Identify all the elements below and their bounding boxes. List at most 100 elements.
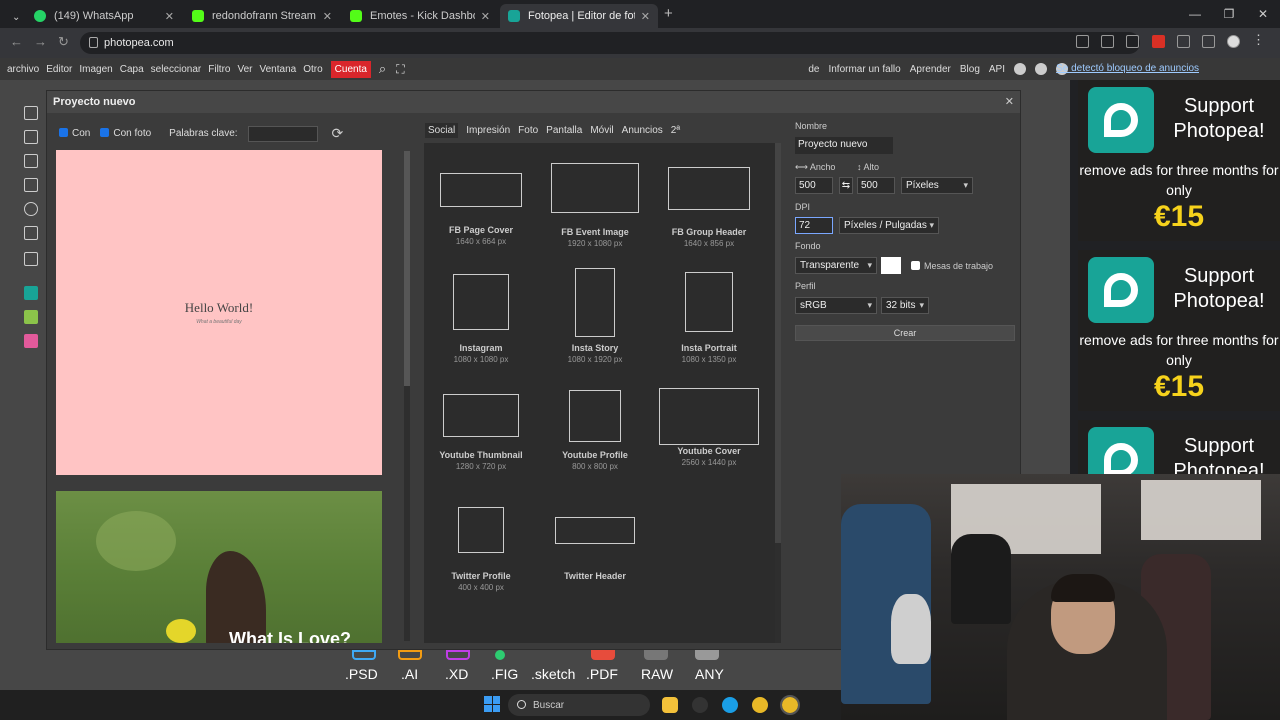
chrome-icon[interactable] [780,695,800,715]
preset-twitter-header[interactable]: Twitter Header [538,517,652,581]
workspaces-option[interactable]: Mesas de trabajo [911,261,993,271]
bookmark-star-icon[interactable] [1126,35,1139,48]
tab-photopea[interactable]: Fotopea | Editor de fotos en lín ✕ [500,4,658,28]
menu-filtro[interactable]: Filtro [208,64,230,75]
monitor-icon[interactable] [24,130,38,144]
templates-scrollbar[interactable] [404,151,410,641]
url-field[interactable]: photopea.com [80,32,1140,54]
preset-twitter-profile[interactable]: Twitter Profile 400 x 400 px [424,507,538,592]
reload-icon[interactable]: ↻ [58,34,69,50]
profile-select[interactable]: sRGB [795,297,877,314]
tab-2nd[interactable]: 2ª [671,125,680,138]
swap-dimensions-icon[interactable]: ⇆ [839,177,853,194]
checkbox[interactable] [59,128,68,137]
twitter-icon[interactable] [1035,63,1047,75]
scroll-thumb[interactable] [404,151,410,386]
keywords-input[interactable] [247,125,318,142]
filter-con-foto[interactable]: Con foto [100,128,151,139]
cloud-icon[interactable] [24,202,38,216]
menu-archivo[interactable]: archivo [7,64,39,75]
tab-kick-stream[interactable]: redondofrann Stream - Watch l ✕ [184,4,340,28]
windows-start-icon[interactable] [484,696,500,712]
dpi-input[interactable]: 72 [795,217,833,234]
template-hello-world[interactable]: Hello World! What a beautiful day [56,150,382,475]
preset-fb-event-image[interactable]: FB Event Image 1920 x 1080 px [538,163,652,248]
menu-editor[interactable]: Editor [46,64,72,75]
fullscreen-icon[interactable]: ⛶ [396,62,404,77]
forward-icon[interactable]: → [34,34,47,49]
menu-ventana[interactable]: Ventana [259,64,296,75]
close-icon[interactable]: ✕ [323,10,332,23]
home-icon[interactable] [24,106,38,120]
reading-list-icon[interactable] [1202,35,1215,48]
preset-youtube-cover[interactable]: Youtube Cover 2560 x 1440 px [652,388,766,467]
reddit-icon[interactable] [1014,63,1026,75]
refresh-icon[interactable]: ⟳ [332,125,344,142]
extension-icon[interactable] [1152,35,1165,48]
tab-foto[interactable]: Foto [518,125,538,138]
language-link[interactable]: de [808,64,819,75]
tab-search-button[interactable]: ⌄ [4,5,22,29]
minimize-icon[interactable]: — [1178,0,1212,28]
file-explorer-icon[interactable] [662,697,678,713]
bits-select[interactable]: 32 bits [881,297,929,314]
site-info-icon[interactable] [89,37,98,48]
menu-capa[interactable]: Capa [120,64,144,75]
translate-icon[interactable] [1101,35,1114,48]
preset-insta-story[interactable]: Insta Story 1080 x 1920 px [538,268,652,364]
height-input[interactable]: 500 [857,177,895,194]
preset-instagram[interactable]: Instagram 1080 x 1080 px [424,274,538,364]
close-icon[interactable]: ✕ [165,10,174,23]
preset-youtube-profile[interactable]: Youtube Profile 800 x 800 px [538,390,652,471]
report-bug-link[interactable]: Informar un fallo [828,64,900,75]
vectorpea-icon[interactable] [24,310,38,324]
install-icon[interactable] [1076,35,1089,48]
tab-pantalla[interactable]: Pantalla [546,125,582,138]
drive-icon[interactable] [24,226,38,240]
maximize-icon[interactable]: ❐ [1212,0,1246,28]
photopea-icon[interactable] [24,286,38,300]
preset-youtube-thumbnail[interactable]: Youtube Thumbnail 1280 x 720 px [424,394,538,471]
support-ad[interactable]: Support Photopea! remove ads for three m… [1078,80,1280,241]
extensions-puzzle-icon[interactable] [1177,35,1190,48]
adblock-notice-link[interactable]: Se detectó bloqueo de anuncios [1056,63,1199,74]
menu-ver[interactable]: Ver [237,64,252,75]
app-icon[interactable] [692,697,708,713]
checkbox[interactable] [911,261,920,270]
tab-movil[interactable]: Móvil [590,125,613,138]
preset-fb-page-cover[interactable]: FB Page Cover 1640 x 664 px [424,173,538,246]
tab-social[interactable]: Social [425,123,459,138]
edge-icon[interactable] [722,697,738,713]
account-button[interactable]: Cuenta [330,60,371,78]
create-button[interactable]: Crear [795,325,1015,341]
preset-insta-portrait[interactable]: Insta Portrait 1080 x 1350 px [652,272,766,364]
support-ad[interactable]: Support Photopea! [1078,420,1280,480]
scroll-thumb[interactable] [775,143,781,543]
menu-imagen[interactable]: Imagen [79,64,112,75]
template-butterfly[interactable]: What Is Love? [56,491,382,643]
tab-kick-emotes[interactable]: Emotes - Kick Dashboard ✕ [342,4,498,28]
tab-whatsapp[interactable]: (149) WhatsApp ✕ [26,4,182,28]
close-icon[interactable]: ✕ [641,10,650,23]
dropbox-icon[interactable] [24,178,38,192]
background-color-swatch[interactable] [881,257,901,274]
background-select[interactable]: Transparente [795,257,877,274]
dialog-close-icon[interactable]: ✕ [1005,95,1014,108]
menu-otro[interactable]: Otro [303,64,322,75]
filter-con[interactable]: Con [59,128,90,139]
app-icon[interactable] [24,334,38,348]
new-tab-button[interactable]: + [664,5,673,22]
support-ad[interactable]: Support Photopea! remove ads for three m… [1078,250,1280,411]
keyboard-icon[interactable] [24,154,38,168]
name-input[interactable]: Proyecto nuevo [795,137,893,154]
width-input[interactable]: 500 [795,177,833,194]
gamepad-icon[interactable] [24,252,38,266]
dpi-unit-select[interactable]: Píxeles / Pulgadas [839,217,939,234]
back-icon[interactable]: ← [10,34,23,49]
window-close-icon[interactable]: ✕ [1246,0,1280,28]
presets-scrollbar[interactable] [775,143,781,643]
blog-link[interactable]: Blog [960,64,980,75]
learn-link[interactable]: Aprender [910,64,951,75]
tab-impresion[interactable]: Impresión [466,125,510,138]
close-icon[interactable]: ✕ [481,10,490,23]
